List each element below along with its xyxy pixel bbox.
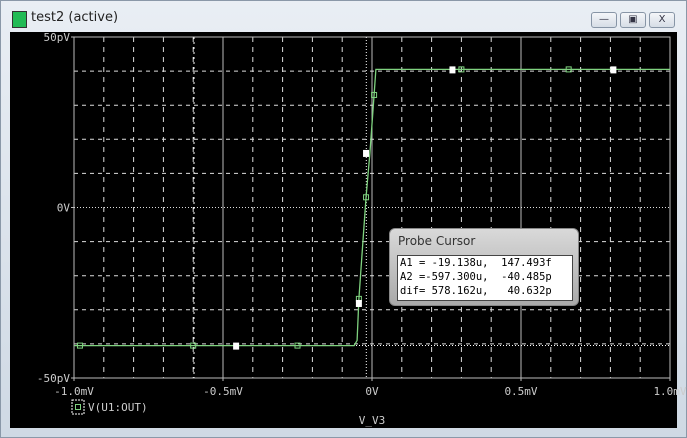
legend-label: V(U1:OUT) xyxy=(88,401,148,414)
cursor-point xyxy=(233,342,240,350)
cursor-point xyxy=(355,299,362,307)
cursor-point xyxy=(363,149,370,157)
y-tick-label: -50pV xyxy=(37,372,70,385)
x-tick-label: 0.5mV xyxy=(504,385,537,398)
legend-marker-icon xyxy=(75,404,81,410)
probe-cursor-panel[interactable]: Probe Cursor A1 = -19.138u, 147.493f A2 =… xyxy=(389,228,579,306)
waveform-chart[interactable]: 50pV 0V -50pV-1.0mV -0.5mV 0V 0.5mV 1.0mV V(U1:… xyxy=(0,0,687,438)
x-tick-label: 1.0mV xyxy=(653,385,686,398)
x-axis-label: V_V3 xyxy=(359,414,386,427)
y-tick-label: 0V xyxy=(57,202,71,215)
probe-cursor-values: A1 = -19.138u, 147.493f A2 =-597.300u, -4… xyxy=(397,255,573,301)
cursor-dif-row: dif= 578.162u, 40.632p xyxy=(400,285,552,297)
probe-cursor-title: Probe Cursor xyxy=(398,234,476,248)
x-tick-label: -1.0mV xyxy=(54,385,94,398)
legend-marker-frame xyxy=(71,399,85,415)
cursor-point xyxy=(610,66,617,74)
x-tick-label: 0V xyxy=(365,385,379,398)
cursor-a2-row: A2 =-597.300u, -40.485p xyxy=(400,271,552,283)
cursor-point xyxy=(449,66,456,74)
y-tick-label: 50pV xyxy=(44,31,71,44)
cursor-a1-row: A1 = -19.138u, 147.493f xyxy=(400,257,552,269)
x-tick-label: -0.5mV xyxy=(203,385,243,398)
